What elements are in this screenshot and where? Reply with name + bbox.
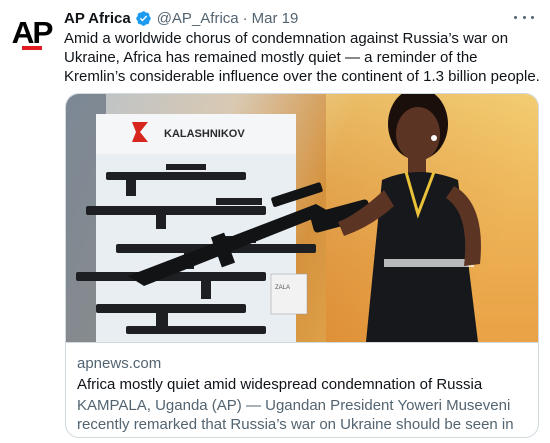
separator-dot: · [242, 9, 248, 27]
kalashnikov-sign: KALASHNIKOV [164, 128, 245, 140]
tweet-text: Amid a worldwide chorus of condemnation … [64, 30, 540, 85]
zala-sign: ZALA [275, 285, 290, 291]
account-handle[interactable]: @AP_Africa [157, 10, 239, 27]
card-image[interactable]: KALASHNIKOV ZALA [66, 94, 538, 342]
card-domain: apnews.com [77, 355, 162, 372]
card-description: KAMPALA, Uganda (AP) — Ugandan President… [77, 397, 514, 437]
more-options-icon[interactable] [514, 10, 534, 24]
card-body[interactable]: apnews.com Africa mostly quiet amid wide… [66, 342, 538, 437]
tweet[interactable]: AP AP Africa @AP_Africa · Mar 19 Amid a … [0, 0, 550, 443]
card-title[interactable]: Africa mostly quiet amid widespread cond… [77, 375, 527, 394]
tweet-date[interactable]: Mar 19 [252, 10, 299, 27]
link-card[interactable]: KALASHNIKOV ZALA apnews.com Africa mostl… [65, 93, 539, 438]
avatar[interactable]: AP [10, 10, 54, 54]
avatar-logo-text: AP [12, 14, 54, 50]
account-name[interactable]: AP Africa [64, 10, 131, 27]
tweet-header: AP Africa @AP_Africa · Mar 19 [64, 8, 510, 28]
avatar-logo-bar [22, 46, 42, 50]
verified-badge-icon [135, 10, 151, 26]
